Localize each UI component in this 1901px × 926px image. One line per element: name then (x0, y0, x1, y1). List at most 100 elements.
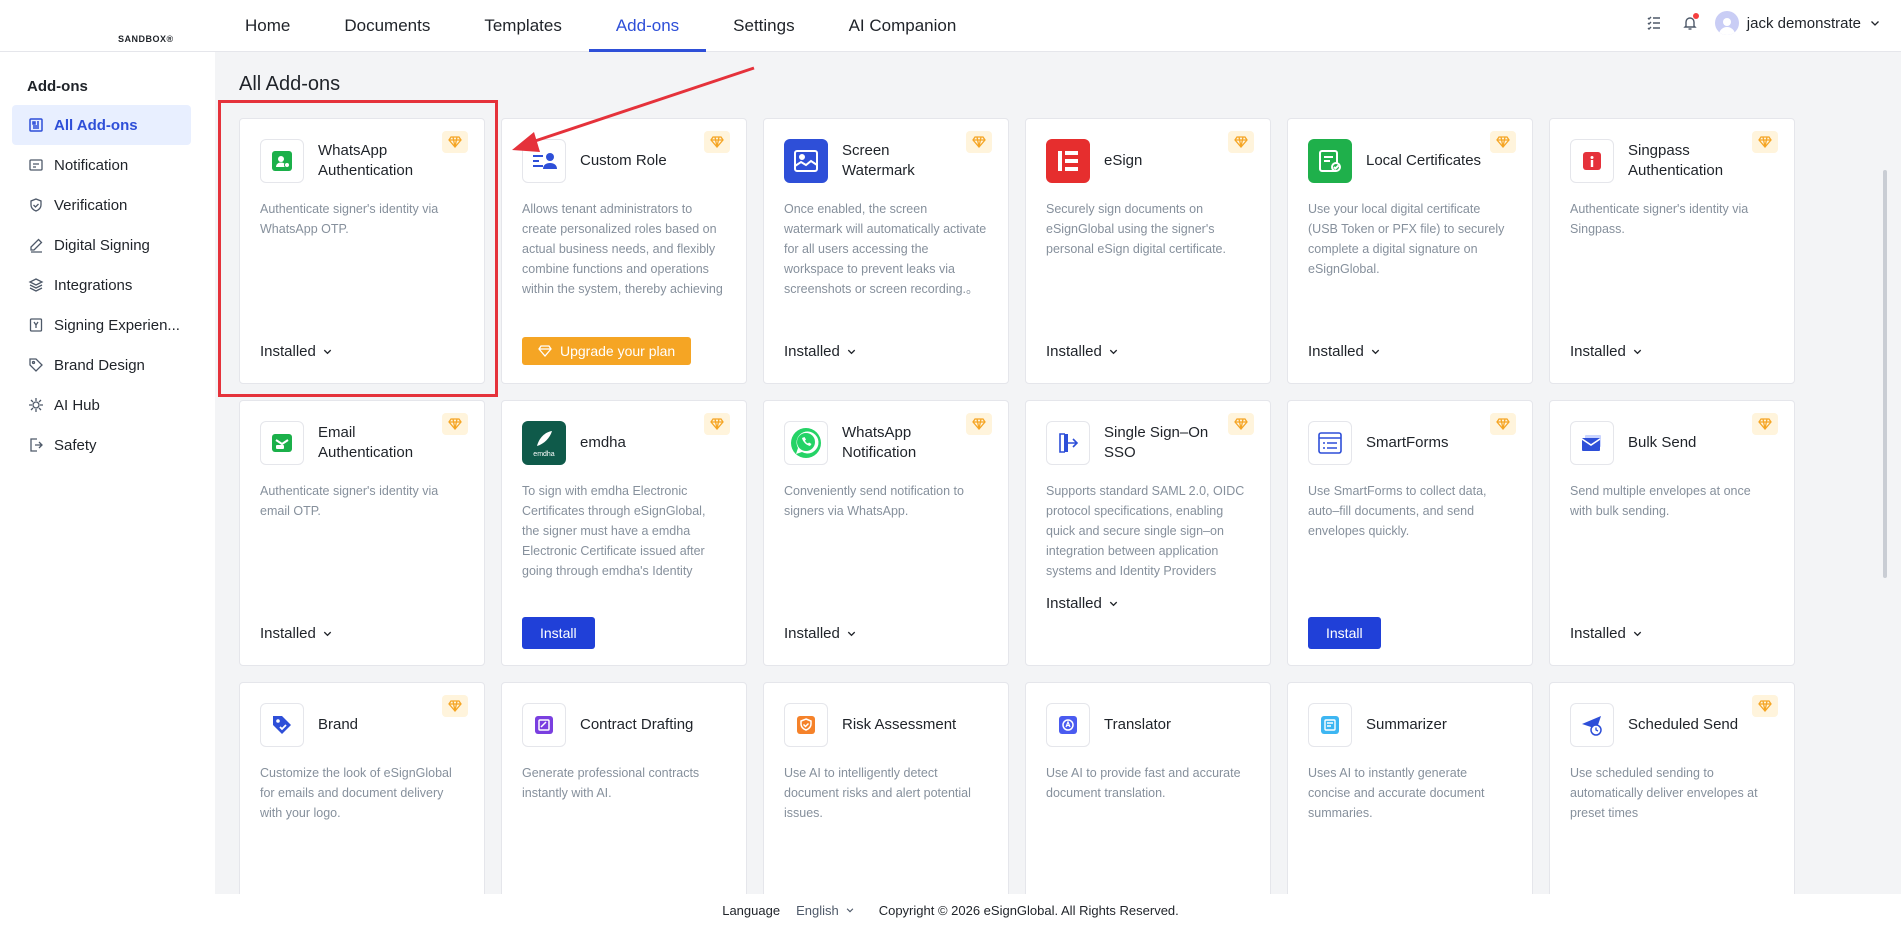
install-button[interactable]: Install (522, 617, 595, 649)
add-on-card-whatsapp-authentication[interactable]: WhatsApp Authentication Authenticate sig… (239, 118, 485, 384)
message-icon (29, 159, 43, 171)
card-title: Single Sign–On SSO (1104, 424, 1209, 461)
premium-gem-icon (1752, 695, 1778, 717)
add-on-card-sso[interactable]: Single Sign–On SSO Supports standard SAM… (1025, 400, 1271, 666)
card-description: Conveniently send notification to signer… (784, 484, 964, 518)
page-title: All Add-ons (239, 73, 341, 95)
card-description: Use your local digital certificate (USB … (1308, 202, 1505, 276)
card-description: Supports standard SAML 2.0, OIDC protoco… (1046, 484, 1245, 578)
contract-icon (522, 703, 566, 747)
card-description: Securely sign documents on eSignGlobal u… (1046, 202, 1226, 256)
sidebar-item-all-add-ons[interactable]: All Add-ons (12, 105, 191, 145)
sso-icon (1046, 421, 1090, 465)
brand-icon (260, 703, 304, 747)
add-on-card-scheduled-send[interactable]: Scheduled Send Use scheduled sending to … (1549, 682, 1795, 894)
add-on-card-translator[interactable]: Translator Use AI to provide fast and ac… (1025, 682, 1271, 894)
sidebar-item-label: Brand Design (54, 356, 145, 374)
logo: SANDBOX® (118, 34, 174, 44)
copyright: Copyright © 2026 eSignGlobal. All Rights… (878, 902, 1179, 918)
add-on-card-brand[interactable]: Brand Customize the look of eSignGlobal … (239, 682, 485, 894)
card-title: Screen Watermark (842, 142, 915, 179)
card-title: Scheduled Send (1628, 716, 1739, 733)
add-on-card-email-authentication[interactable]: Email Authentication Authenticate signer… (239, 400, 485, 666)
nav-tab-home[interactable]: Home (218, 0, 317, 52)
add-on-card-whatsapp-notification[interactable]: WhatsApp Notification Conveniently send … (763, 400, 1009, 666)
premium-gem-icon (704, 131, 730, 153)
task-list-icon[interactable] (1643, 12, 1665, 34)
nav-right: jack demonstrate (1643, 0, 1881, 46)
installed-dropdown[interactable]: Installed (260, 343, 333, 360)
installed-dropdown[interactable]: Installed (784, 625, 857, 642)
sidebar-item-notification[interactable]: Notification (12, 145, 191, 185)
scrollbar[interactable] (1883, 170, 1887, 578)
chevron-down-icon (847, 349, 856, 354)
email-auth-icon (260, 421, 304, 465)
installed-dropdown[interactable]: Installed (260, 625, 333, 642)
sidebar-item-brand-design[interactable]: Brand Design (12, 345, 191, 385)
installed-label: Installed (784, 342, 840, 360)
nav-tab-add-ons[interactable]: Add-ons (588, 0, 707, 52)
installed-dropdown[interactable]: Installed (1308, 343, 1381, 360)
risk-icon (784, 703, 828, 747)
sidebar-item-safety[interactable]: Safety (12, 425, 191, 465)
nav-tab-settings[interactable]: Settings (706, 0, 821, 52)
smartforms-icon (1308, 421, 1352, 465)
add-on-card-singpass-authentication[interactable]: Singpass Authentication Authenticate sig… (1549, 118, 1795, 384)
sidebar-title: Add-ons (27, 78, 88, 95)
chevron-down-icon (323, 349, 332, 354)
esign-icon (1046, 139, 1090, 183)
nav-tab-templates[interactable]: Templates (457, 0, 588, 52)
nav-tab-documents[interactable]: Documents (317, 0, 457, 52)
premium-gem-icon (1490, 413, 1516, 435)
premium-gem-icon (966, 131, 992, 153)
installed-dropdown[interactable]: Installed (1046, 595, 1119, 612)
installed-label: Installed (1046, 594, 1102, 612)
installed-dropdown[interactable]: Installed (784, 343, 857, 360)
sidebar-item-signing-experience[interactable]: Signing Experien... (12, 305, 191, 345)
card-description: Use scheduled sending to automatically d… (1570, 766, 1758, 820)
pen-icon (30, 238, 43, 253)
add-on-card-esign[interactable]: eSign Securely sign documents on eSignGl… (1025, 118, 1271, 384)
sidebar-item-digital-signing[interactable]: Digital Signing (12, 225, 191, 265)
bell-icon[interactable] (1679, 12, 1701, 34)
sidebar-item-label: Verification (54, 196, 128, 214)
premium-gem-icon (1752, 131, 1778, 153)
add-on-card-emdha[interactable]: emdha emdha To sign with emdha Electroni… (501, 400, 747, 666)
grid-icon (29, 118, 43, 132)
card-description: Use AI to provide fast and accurate docu… (1046, 766, 1241, 800)
custom-role-icon (522, 139, 566, 183)
upgrade-plan-button[interactable]: Upgrade your plan (522, 337, 692, 365)
add-on-card-contract-drafting[interactable]: Contract Drafting Generate professional … (501, 682, 747, 894)
sidebar: Add-ons All Add-ons Notification Verific… (0, 52, 215, 894)
chevron-down-icon (1109, 349, 1118, 354)
chevron-down-icon (1633, 631, 1642, 636)
add-on-card-smartforms[interactable]: SmartForms Use SmartForms to collect dat… (1287, 400, 1533, 666)
card-description: Uses AI to instantly generate concise an… (1308, 766, 1485, 820)
premium-gem-icon (1752, 413, 1778, 435)
add-on-card-screen-watermark[interactable]: Screen Watermark Once enabled, the scree… (763, 118, 1009, 384)
add-on-card-local-certificates[interactable]: Local Certificates Use your local digita… (1287, 118, 1533, 384)
install-button[interactable]: Install (1308, 617, 1381, 649)
add-on-card-risk-assessment[interactable]: Risk Assessment Use AI to intelligently … (763, 682, 1009, 894)
add-on-card-summarizer[interactable]: Summarizer Uses AI to instantly generate… (1287, 682, 1533, 894)
installed-dropdown[interactable]: Installed (1570, 625, 1643, 642)
language-select[interactable]: English (796, 903, 855, 918)
installed-dropdown[interactable]: Installed (1046, 343, 1119, 360)
add-on-card-bulk-send[interactable]: Bulk Send Send multiple envelopes at onc… (1549, 400, 1795, 666)
card-description: Generate professional contracts instantl… (522, 766, 700, 800)
sidebar-item-verification[interactable]: Verification (12, 185, 191, 225)
card-description: Authenticate signer's identity via Singp… (1570, 202, 1749, 236)
card-title: Singpass Authentication (1628, 142, 1724, 179)
card-title: eSign (1104, 152, 1143, 169)
sidebar-item-integrations[interactable]: Integrations (12, 265, 191, 305)
nav-tab-ai-companion[interactable]: AI Companion (822, 0, 984, 52)
add-on-card-custom-role[interactable]: Custom Role Allows tenant administrators… (501, 118, 747, 384)
installed-label: Installed (260, 624, 316, 642)
sidebar-item-ai-hub[interactable]: AI Hub (12, 385, 191, 425)
chevron-down-icon (1633, 349, 1642, 354)
installed-dropdown[interactable]: Installed (1570, 343, 1643, 360)
user-menu[interactable]: jack demonstrate (1714, 11, 1881, 35)
card-title: Email Authentication (318, 424, 414, 461)
card-description: Authenticate signer's identity via email… (260, 484, 439, 518)
chevron-down-icon (1871, 21, 1879, 26)
